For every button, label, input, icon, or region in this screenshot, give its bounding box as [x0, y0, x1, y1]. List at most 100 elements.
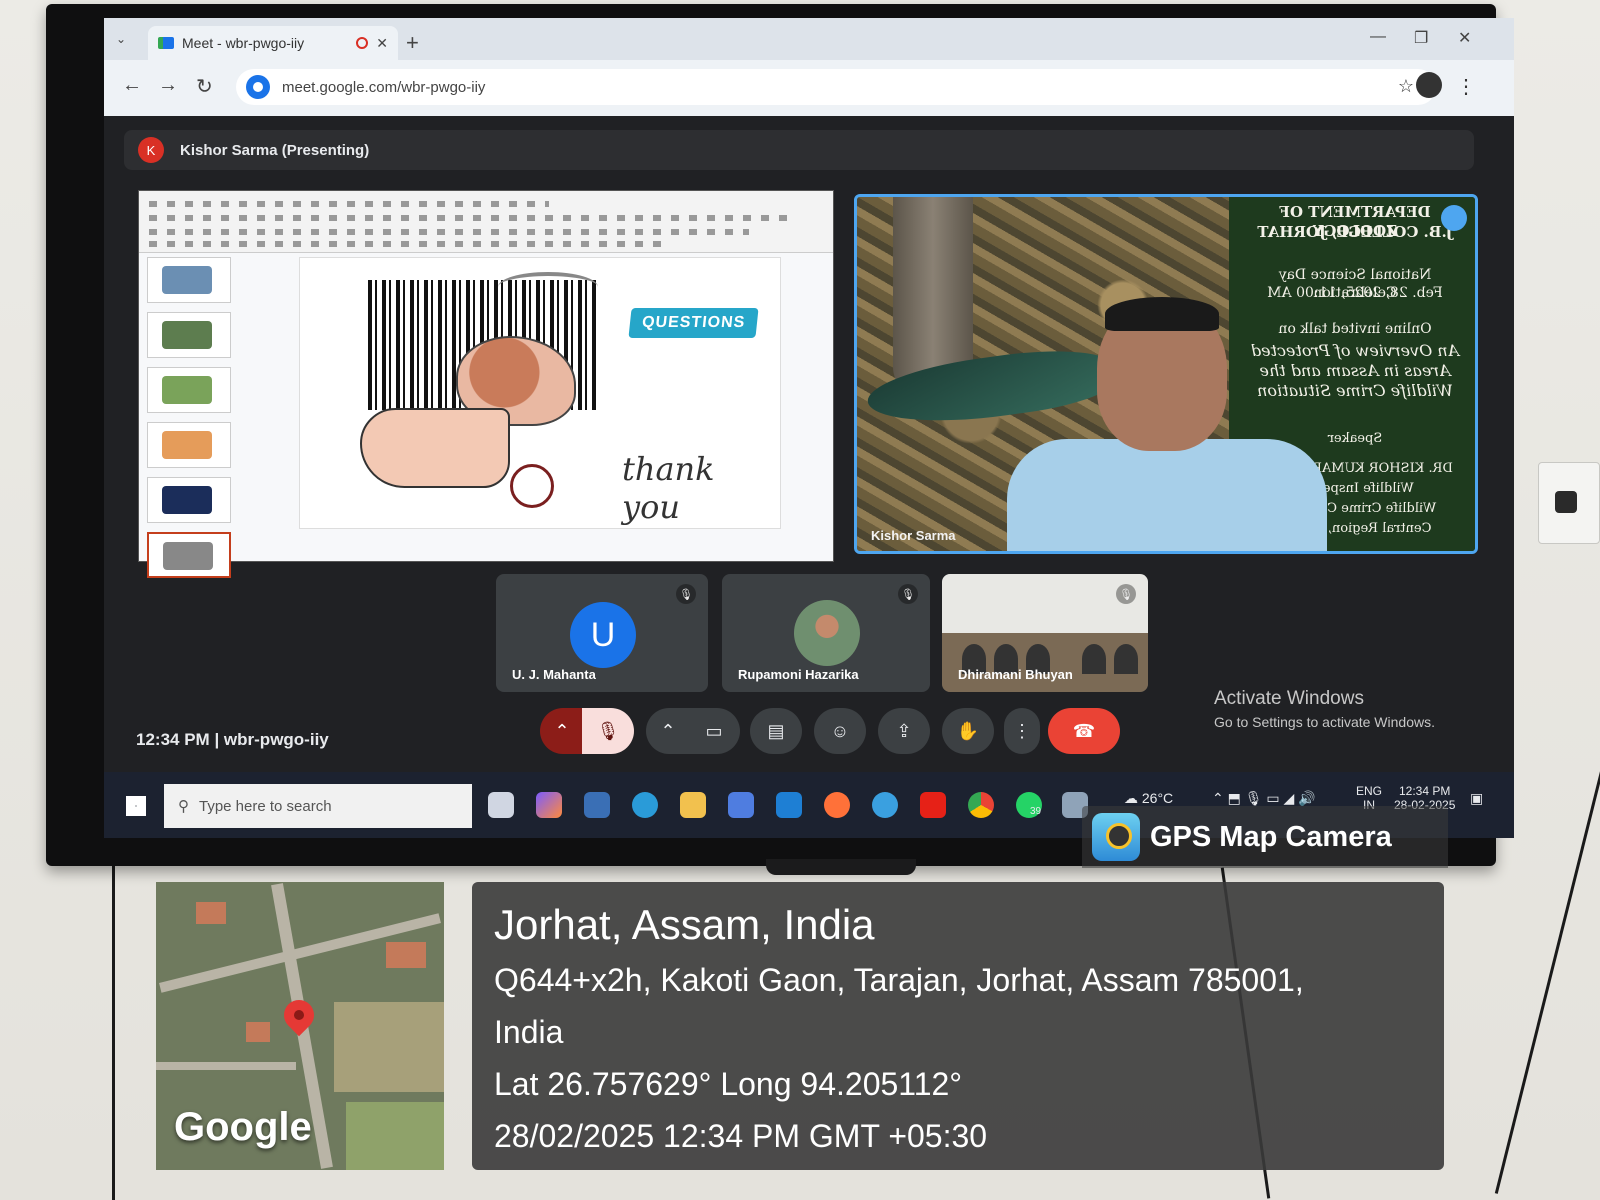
system-tray-icons[interactable]: ⌃ ⬒ 🎙 ▭ ◢ 🔊 — [1212, 790, 1316, 807]
participant-tile[interactable]: 🎙 Rupamoni Hazarika — [722, 574, 930, 692]
current-slide: QUESTIONS thank you — [299, 257, 781, 529]
slide-thumbnail[interactable] — [147, 477, 231, 523]
location-city: Jorhat, Assam, India — [494, 901, 875, 948]
speaker-shirt — [1007, 439, 1327, 551]
location-info-card: Jorhat, Assam, India Q644+x2h, Kakoti Ga… — [472, 882, 1444, 1170]
meeting-code: wbr-pwgo-iiy — [223, 730, 329, 749]
copilot-icon[interactable] — [536, 792, 562, 818]
leave-call-button[interactable]: ☎ — [1048, 708, 1120, 754]
audio-options-button[interactable]: ⌃ — [540, 708, 584, 754]
meet-icon — [158, 37, 174, 49]
browser-tab-bar: ⌄ Meet - wbr-pwgo-iiy ✕ + — ❐ ✕ — [104, 18, 1514, 60]
presenter-label: Kishor Sarma (Presenting) — [180, 141, 370, 159]
browser-menu-icon[interactable]: ⋮ — [1456, 74, 1476, 99]
banner-line: Wildlife Crime Situation — [1257, 381, 1453, 400]
site-info-icon[interactable] — [246, 75, 270, 99]
questions-badge: QUESTIONS — [628, 308, 759, 338]
emoji-reaction-button[interactable]: ☺ — [814, 708, 866, 754]
forward-icon[interactable]: → — [158, 74, 178, 97]
mic-off-icon: 🎙 — [1116, 584, 1136, 604]
calculator-icon[interactable] — [584, 792, 610, 818]
video-options-button[interactable]: ⌃ — [646, 708, 690, 754]
tab-search-icon[interactable]: ⌄ — [116, 32, 126, 46]
meeting-time: 12:34 PM — [136, 730, 210, 749]
windows-start-icon[interactable] — [126, 796, 146, 816]
maximize-icon[interactable]: ❐ — [1414, 28, 1428, 48]
store-icon[interactable] — [728, 792, 754, 818]
app-icon[interactable] — [872, 792, 898, 818]
bookmark-star-icon[interactable]: ☆ — [1398, 76, 1414, 97]
banner-line: Feb. 28, 2025, 11:00 AM — [1267, 285, 1443, 301]
browser-tab[interactable]: Meet - wbr-pwgo-iiy ✕ — [148, 26, 398, 60]
gps-app-header: GPS Map Camera — [1082, 806, 1448, 868]
activate-windows-subtitle: Go to Settings to activate Windows. — [1214, 714, 1435, 730]
whatsapp-badge: 39 — [1030, 806, 1042, 817]
tab-title: Meet - wbr-pwgo-iiy — [182, 35, 305, 51]
slide-thumbnail[interactable] — [147, 422, 231, 468]
activate-windows-watermark: Activate Windows Go to Settings to activ… — [1214, 688, 1435, 730]
gps-camera-icon — [1092, 813, 1140, 861]
participant-name: U. J. Mahanta — [512, 667, 596, 682]
url-bar[interactable]: meet.google.com/wbr-pwgo-iiy ☆ — [236, 69, 1436, 105]
banner-line: Online invited talk on — [1278, 321, 1432, 337]
location-pin-icon — [277, 993, 321, 1037]
slide-thumbnails — [147, 257, 237, 578]
url-text: meet.google.com/wbr-pwgo-iiy — [282, 78, 486, 96]
firefox-icon[interactable] — [824, 792, 850, 818]
edge-icon[interactable] — [632, 792, 658, 818]
slide-thumbnail[interactable] — [147, 257, 231, 303]
thank-you-text: thank you — [622, 450, 715, 526]
weather-temp: 26°C — [1141, 790, 1174, 806]
camera-toggle-button[interactable]: ▭ — [688, 708, 740, 754]
presenter-camera-tile[interactable]: DEPARTMENT OF ZOOLOGY J.B. COLLEGE, JORH… — [854, 194, 1478, 554]
address-bar-row: ← → ↻ meet.google.com/wbr-pwgo-iiy ☆ ⋮ — [104, 60, 1514, 116]
google-logo: Google — [174, 1105, 312, 1149]
youtube-icon[interactable] — [920, 792, 946, 818]
back-icon[interactable]: ← — [122, 74, 142, 97]
banner-line: Areas in Assam and the — [1259, 361, 1451, 380]
participant-tile[interactable]: U 🎙 U. J. Mahanta — [496, 574, 708, 692]
tv-frame: ⌄ Meet - wbr-pwgo-iiy ✕ + — ❐ ✕ ← → ↻ me… — [46, 4, 1514, 875]
meeting-time-code: 12:34 PM | wbr-pwgo-iiy — [136, 730, 329, 749]
mic-off-icon: 🎙 — [676, 584, 696, 604]
taskbar-search-box[interactable]: ⚲ Type here to search — [164, 784, 472, 828]
cable — [112, 866, 115, 1200]
profile-avatar[interactable] — [1416, 72, 1442, 98]
speaking-indicator-icon — [1441, 205, 1467, 231]
participant-name: Dhiramani Bhuyan — [958, 667, 1073, 682]
presentation-view[interactable]: QUESTIONS thank you — [138, 190, 834, 578]
slide-thumbnail[interactable] — [147, 312, 231, 358]
activate-windows-title: Activate Windows — [1214, 688, 1364, 709]
location-address-country: India — [494, 1014, 564, 1050]
slide-thumbnail[interactable] — [147, 367, 231, 413]
location-datetime: 28/02/2025 12:34 PM GMT +05:30 — [494, 1118, 988, 1154]
seal-logo — [510, 464, 554, 508]
slide-thumbnail-selected[interactable] — [147, 532, 231, 578]
ppt-ribbon — [139, 191, 833, 253]
notification-icon[interactable]: ▣ — [1470, 790, 1483, 807]
participant-name: Rupamoni Hazarika — [738, 667, 859, 682]
chrome-icon[interactable] — [968, 792, 994, 818]
present-screen-button[interactable]: ⇪ — [878, 708, 930, 754]
reload-icon[interactable]: ↻ — [196, 74, 213, 99]
search-icon: ⚲ — [178, 798, 189, 815]
search-placeholder: Type here to search — [199, 797, 332, 815]
minimize-icon[interactable]: — — [1370, 28, 1386, 46]
raise-hand-button[interactable]: ✋ — [942, 708, 994, 754]
task-view-icon[interactable] — [488, 792, 514, 818]
camera-participant-name: Kishor Sarma — [871, 528, 956, 543]
microphone-toggle-button[interactable]: 🎙 — [582, 708, 634, 754]
more-options-button[interactable]: ⋮ — [1004, 708, 1040, 754]
participant-tile[interactable]: 🎙 Dhiramani Bhuyan — [942, 574, 1148, 692]
captions-button[interactable]: ▤ — [750, 708, 802, 754]
weather-widget[interactable]: ☁ 26°C — [1124, 790, 1173, 807]
participant-avatar: U — [570, 602, 636, 668]
close-tab-icon[interactable]: ✕ — [376, 35, 388, 52]
new-tab-button[interactable]: + — [406, 30, 419, 56]
participant-avatar — [794, 600, 860, 666]
outlook-icon[interactable] — [776, 792, 802, 818]
location-coordinates: Lat 26.757629° Long 94.205112° — [494, 1066, 963, 1102]
close-window-icon[interactable]: ✕ — [1458, 28, 1471, 48]
clock-time: 12:34 PM — [1399, 784, 1451, 798]
file-explorer-icon[interactable] — [680, 792, 706, 818]
